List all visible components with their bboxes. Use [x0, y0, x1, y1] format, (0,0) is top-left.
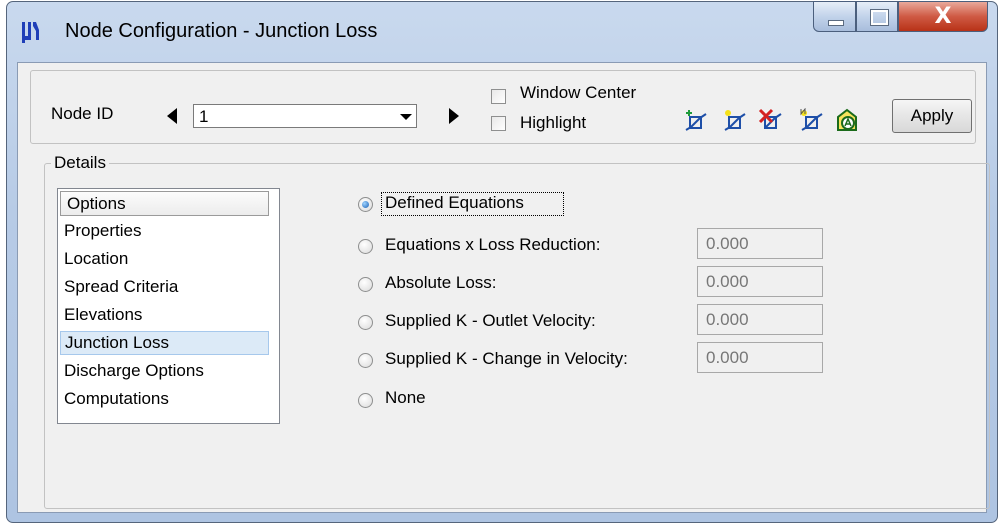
node-id-value: 1 — [199, 107, 209, 126]
options-header-label: Options — [67, 194, 126, 213]
place-node-icon[interactable] — [722, 108, 748, 132]
close-icon: X — [934, 4, 952, 29]
node-id-dropdown[interactable]: 1 — [193, 104, 417, 128]
none-radio[interactable] — [358, 393, 373, 408]
list-item-location[interactable]: Location — [64, 247, 128, 271]
window-center-label[interactable]: Window Center — [520, 83, 636, 103]
previous-node-arrow-icon[interactable] — [167, 108, 177, 124]
title-bar[interactable]: Node Configuration - Junction Loss X — [7, 1, 997, 60]
equations-loss-reduction-label[interactable]: Equations x Loss Reduction: — [385, 235, 600, 255]
supplied-k-change-velocity-label[interactable]: Supplied K - Change in Velocity: — [385, 349, 628, 369]
dialog-client-area: Node ID 1 Window Center Highlight Apply … — [17, 62, 990, 513]
supplied-k-change-velocity-radio[interactable] — [358, 353, 373, 368]
list-item-properties[interactable]: Properties — [64, 219, 141, 243]
supplied-k-change-velocity-field[interactable] — [697, 342, 823, 373]
close-button[interactable]: X — [898, 1, 988, 32]
window-title: Node Configuration - Junction Loss — [65, 20, 378, 42]
highlight-label[interactable]: Highlight — [520, 113, 586, 133]
dialog-window: Node Configuration - Junction Loss X Nod… — [6, 1, 998, 523]
list-item-computations[interactable]: Computations — [64, 387, 169, 411]
absolute-loss-field[interactable] — [697, 266, 823, 297]
delete-node-icon[interactable] — [758, 108, 784, 132]
add-node-icon[interactable] — [683, 108, 709, 132]
node-toolbar-group: Node ID 1 Window Center Highlight Apply — [30, 70, 976, 144]
list-item-elevations[interactable]: Elevations — [64, 303, 142, 327]
list-item-discharge-options[interactable]: Discharge Options — [64, 359, 204, 383]
minimize-button[interactable] — [813, 1, 856, 32]
node-report-icon[interactable] — [835, 108, 861, 132]
next-node-arrow-icon[interactable] — [449, 108, 459, 124]
node-id-label: Node ID — [51, 104, 114, 123]
defined-equations-radio[interactable] — [358, 197, 373, 212]
list-item-spread-criteria[interactable]: Spread Criteria — [64, 275, 178, 299]
options-listbox[interactable]: Options Properties Location Spread Crite… — [57, 188, 280, 424]
list-item-junction-loss[interactable]: Junction Loss — [60, 331, 269, 355]
apply-button[interactable]: Apply — [892, 99, 972, 133]
none-label[interactable]: None — [385, 388, 426, 408]
supplied-k-outlet-velocity-radio[interactable] — [358, 315, 373, 330]
equations-loss-reduction-radio[interactable] — [358, 239, 373, 254]
highlight-checkbox[interactable] — [491, 116, 506, 131]
window-center-checkbox[interactable] — [491, 89, 506, 104]
details-group-label: Details — [51, 153, 109, 173]
equations-loss-reduction-field[interactable] — [697, 228, 823, 259]
supplied-k-outlet-velocity-label[interactable]: Supplied K - Outlet Velocity: — [385, 311, 596, 331]
absolute-loss-label[interactable]: Absolute Loss: — [385, 273, 497, 293]
absolute-loss-radio[interactable] — [358, 277, 373, 292]
renumber-node-icon[interactable] — [799, 108, 825, 132]
maximize-button[interactable] — [856, 1, 898, 32]
supplied-k-outlet-velocity-field[interactable] — [697, 304, 823, 335]
options-list-header: Options — [60, 191, 269, 216]
app-logo-icon — [22, 22, 39, 43]
defined-equations-label[interactable]: Defined Equations — [385, 193, 524, 213]
chevron-down-icon[interactable] — [396, 105, 416, 127]
